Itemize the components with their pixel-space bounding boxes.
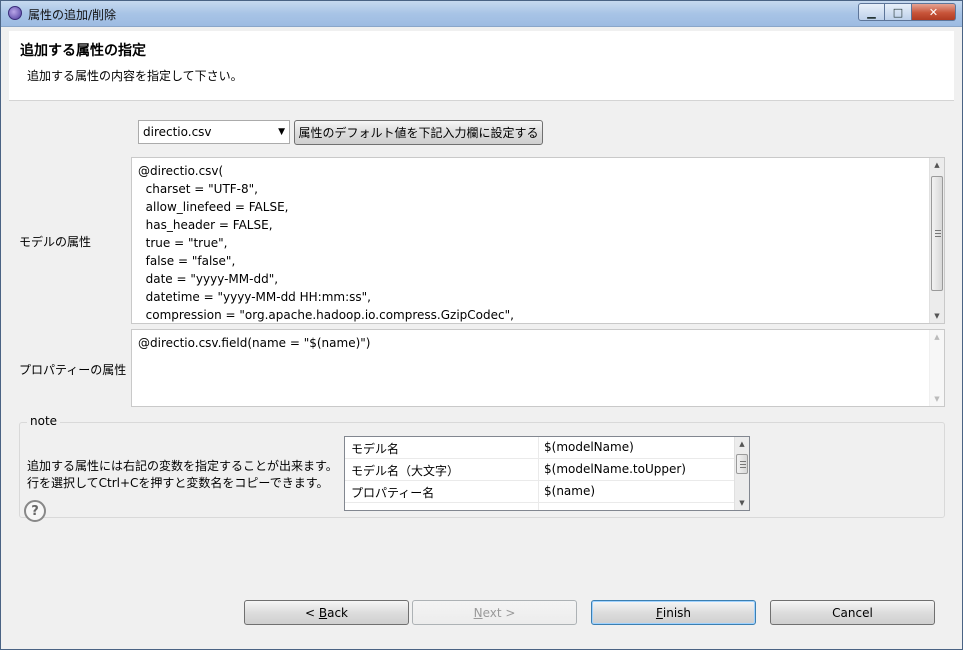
code-line: @directio.csv( xyxy=(138,164,224,178)
property-attr-label: プロパティーの属性 xyxy=(19,363,127,377)
maximize-button[interactable]: □ xyxy=(885,3,912,21)
variable-name: プロパティー名 xyxy=(351,486,435,500)
property-attr-textarea[interactable]: @directio.csv.field(name = "$(name)") ▲ … xyxy=(131,329,945,407)
scroll-down-icon[interactable]: ▼ xyxy=(930,392,944,406)
note-group: note 追加する属性には右記の変数を指定することが出来ます。 行を選択してCt… xyxy=(19,414,945,518)
variable-name: モデル名 xyxy=(351,442,400,456)
scroll-up-icon[interactable]: ▲ xyxy=(735,437,749,451)
model-attr-textarea[interactable]: @directio.csv( charset = "UTF-8", allow_… xyxy=(131,157,945,324)
note-legend: note xyxy=(27,414,61,428)
back-mnemonic: B xyxy=(318,605,328,620)
eclipse-icon xyxy=(8,6,22,20)
code-line: false = "false", xyxy=(138,254,236,268)
minimize-button[interactable]: ▁ xyxy=(858,3,885,21)
code-line: datetime = "yyyy-MM-dd HH:mm:ss", xyxy=(138,290,371,304)
wizard-header: 追加する属性の指定 追加する属性の内容を指定して下さい。 xyxy=(9,31,954,101)
window-controls: ▁ □ ✕ xyxy=(858,3,956,21)
variables-scrollbar[interactable]: ▲ ▼ xyxy=(734,437,749,510)
variable-name: モデル名（大文字） xyxy=(351,464,460,478)
variable-value: $(modelName.toUpper) xyxy=(544,462,686,476)
note-text: 行を選択してCtrl+Cを押すと変数名をコピーできます。 xyxy=(27,476,329,490)
finish-mnemonic: F xyxy=(655,605,663,620)
finish-button[interactable]: Finish xyxy=(591,600,756,625)
property-attr-scrollbar[interactable]: ▲ ▼ xyxy=(929,330,944,406)
page-title: 追加する属性の指定 xyxy=(20,43,146,59)
variable-value: $(name) xyxy=(544,484,596,498)
next-button[interactable]: Next > xyxy=(412,600,577,625)
table-row-partial[interactable] xyxy=(345,503,735,510)
back-button[interactable]: < Back xyxy=(244,600,409,625)
model-attr-scrollbar[interactable]: ▲ ▼ xyxy=(929,158,944,323)
variables-table[interactable]: モデル名 $(modelName) モデル名（大文字） $(modelName.… xyxy=(344,436,750,511)
scroll-thumb[interactable] xyxy=(931,176,943,291)
template-select-value: directio.csv xyxy=(143,125,212,139)
code-line: date = "yyyy-MM-dd", xyxy=(138,272,279,286)
help-icon[interactable]: ? xyxy=(24,500,46,522)
code-line: @directio.csv.field(name = "$(name)") xyxy=(138,336,371,350)
close-button[interactable]: ✕ xyxy=(912,3,956,21)
window-title: 属性の追加/削除 xyxy=(28,8,117,22)
scroll-up-icon[interactable]: ▲ xyxy=(930,158,944,172)
chevron-down-icon: ▼ xyxy=(278,127,285,137)
note-text: 追加する属性には右記の変数を指定することが出来ます。 xyxy=(27,459,338,473)
code-line: true = "true", xyxy=(138,236,228,250)
table-row[interactable]: モデル名 $(modelName) xyxy=(345,437,735,459)
variable-value: $(modelName) xyxy=(544,440,634,454)
template-select[interactable]: directio.csv ▼ xyxy=(138,120,290,144)
model-attr-label: モデルの属性 xyxy=(19,235,92,249)
next-suffix: > xyxy=(501,605,516,620)
back-prefix: < xyxy=(304,605,319,620)
next-rest: ext xyxy=(482,605,502,620)
table-row[interactable]: モデル名（大文字） $(modelName.toUpper) xyxy=(345,459,735,481)
set-default-button[interactable]: 属性のデフォルト値を下記入力欄に設定する xyxy=(294,120,543,145)
title-bar[interactable]: 属性の追加/削除 ▁ □ ✕ xyxy=(1,1,962,27)
table-row[interactable]: プロパティー名 $(name) xyxy=(345,481,735,503)
scroll-thumb[interactable] xyxy=(736,454,748,474)
code-line: allow_linefeed = FALSE, xyxy=(138,200,289,214)
form-area: directio.csv ▼ 属性のデフォルト値を下記入力欄に設定する モデルの… xyxy=(9,102,954,592)
scroll-down-icon[interactable]: ▼ xyxy=(930,309,944,323)
code-line: charset = "UTF-8", xyxy=(138,182,258,196)
cancel-button[interactable]: Cancel xyxy=(770,600,935,625)
next-mnemonic: N xyxy=(473,605,483,620)
scroll-up-icon[interactable]: ▲ xyxy=(930,330,944,344)
finish-rest: inish xyxy=(662,605,692,620)
dialog-window: 属性の追加/削除 ▁ □ ✕ 追加する属性の指定 追加する属性の内容を指定して下… xyxy=(0,0,963,650)
page-description: 追加する属性の内容を指定して下さい。 xyxy=(27,69,243,83)
code-line: compression = "org.apache.hadoop.io.comp… xyxy=(138,308,514,322)
code-line: has_header = FALSE, xyxy=(138,218,273,232)
scroll-down-icon[interactable]: ▼ xyxy=(735,496,749,510)
back-rest: ack xyxy=(327,605,348,620)
